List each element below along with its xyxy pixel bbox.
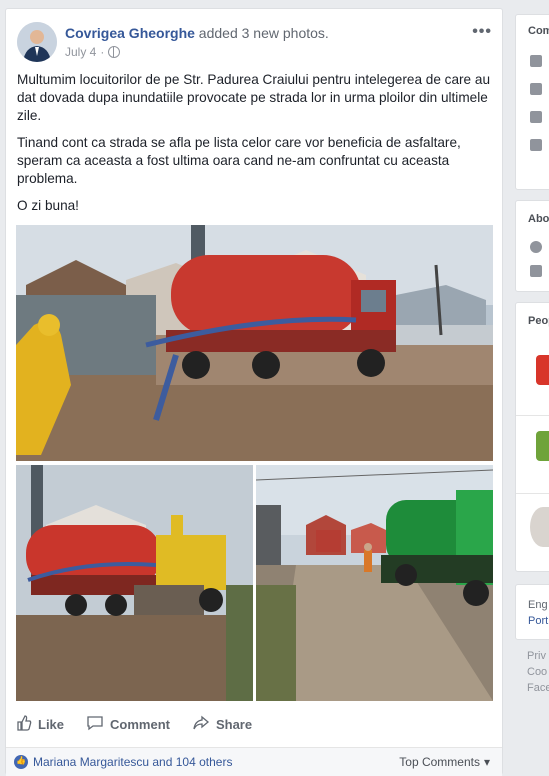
page-logo[interactable] [536,355,549,385]
separator-dot: · [100,45,105,59]
post-footer: Mariana Margaritescu and 104 others Top … [6,747,502,776]
author-avatar[interactable] [17,22,57,62]
caret-down-icon: ▾ [483,755,490,769]
post-action-text: added 3 new photos. [194,25,329,41]
likes-text[interactable]: Mariana Margaritescu and 104 others [33,755,232,769]
language-card: Eng Port [515,584,549,640]
right-sidebar: Com Abo Peop Eng Port Priv Coo Face [515,0,549,775]
comment-sort-label: Top Comments [399,755,480,769]
photo-left[interactable] [16,465,253,701]
footer-link[interactable]: Face [527,682,549,694]
card-title: Peop [528,315,549,327]
comment-label: Comment [110,716,170,732]
page-avatar[interactable] [530,507,549,547]
card-title: Com [528,25,549,37]
post-actions: Like Comment Share [16,709,492,739]
post-card: Covrigea Gheorghe added 3 new photos. Ju… [5,8,503,776]
divider [516,493,549,494]
people-card: Peop [515,302,549,572]
card-title: Abo [528,213,549,225]
divider [516,415,549,416]
share-button[interactable]: Share [192,715,252,734]
post-body: Multumim locuitorilor de pe Str. Padurea… [17,71,493,224]
more-options-button[interactable]: ••• [472,23,492,41]
photo-right[interactable] [256,465,493,701]
share-label: Share [215,716,253,732]
people-icon [530,139,542,151]
thumbs-up-icon [530,83,542,95]
author-name-link[interactable]: Covrigea Gheorghe [65,25,195,41]
comment-icon [86,715,104,734]
language-link[interactable]: Port [528,615,548,627]
people-icon [530,55,542,67]
post-paragraph: O zi buna! [17,198,79,213]
globe-icon[interactable] [108,46,121,58]
photo-main[interactable] [16,225,493,461]
page-logo[interactable] [536,431,549,461]
like-label: Like [38,716,65,732]
rss-icon [530,111,542,123]
post-header: Covrigea Gheorghe added 3 new photos. [65,25,329,41]
footer-link[interactable]: Priv [527,650,546,662]
category-icon [530,265,542,277]
footer-link[interactable]: Coo [527,666,547,678]
post-paragraph: Tinand cont ca strada se afla pe lista c… [17,135,461,186]
post-paragraph: Multumim locuitorilor de pe Str. Padurea… [17,72,491,123]
language-current: Eng [528,599,548,611]
thumbs-up-icon [16,714,32,734]
post-meta: July 4 · [65,45,121,59]
reactions-summary[interactable]: Mariana Margaritescu and 104 others [14,755,232,769]
community-card: Com [515,14,549,190]
share-icon [192,715,210,734]
like-button[interactable]: Like [16,714,65,734]
post-date-link[interactable]: July 4 [65,45,96,59]
comment-sort-dropdown[interactable]: Top Comments ▾ [399,755,490,769]
like-reaction-icon [14,755,28,769]
about-card: Abo [515,200,549,292]
messenger-icon [530,241,542,253]
comment-button[interactable]: Comment [86,715,170,734]
